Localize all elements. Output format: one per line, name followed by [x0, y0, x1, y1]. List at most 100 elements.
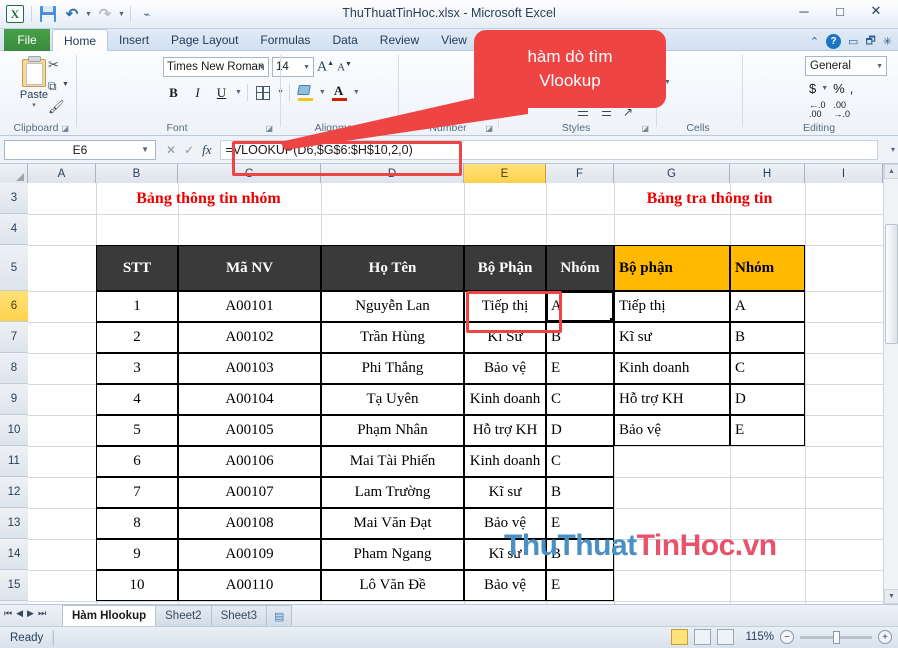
cell-b7[interactable]: A00102: [178, 322, 321, 353]
cell-h6[interactable]: A: [730, 291, 805, 322]
scroll-up-icon[interactable]: ▲: [884, 164, 898, 179]
vertical-scroll-thumb[interactable]: [885, 224, 898, 344]
cell-a7[interactable]: 2: [96, 322, 178, 353]
cell-a14[interactable]: 9: [96, 539, 178, 570]
cell-c8[interactable]: Phi Thắng: [321, 353, 464, 384]
borders-button[interactable]: [253, 82, 274, 103]
column-header-d[interactable]: D: [321, 164, 464, 183]
right-table-title[interactable]: Bảng tra thông tin: [614, 183, 805, 214]
cell-b9[interactable]: A00104: [178, 384, 321, 415]
row-header-5[interactable]: 5: [0, 245, 28, 291]
cell-c14[interactable]: Pham Ngang: [321, 539, 464, 570]
enter-formula-icon[interactable]: ✓: [184, 143, 194, 157]
cell-h9[interactable]: D: [730, 384, 805, 415]
cell-a9[interactable]: 4: [96, 384, 178, 415]
tab-home[interactable]: Home: [52, 29, 109, 52]
cell-d11[interactable]: Kinh doanh: [464, 446, 546, 477]
cell-e15[interactable]: E: [546, 570, 614, 601]
column-header-g[interactable]: G: [614, 164, 730, 183]
cell-b6[interactable]: A00101: [178, 291, 321, 322]
row-header-9[interactable]: 9: [0, 384, 28, 415]
cell-d9[interactable]: Kinh doanh: [464, 384, 546, 415]
formula-input[interactable]: =VLOOKUP(D6,$G$6:$H$10,2,0): [219, 139, 878, 160]
select-all-button[interactable]: [0, 164, 28, 183]
cell-g6[interactable]: Tiếp thị: [614, 291, 730, 322]
copy-dropdown-icon[interactable]: ▼: [62, 81, 69, 88]
right-header-bophan[interactable]: Bộ phận: [614, 245, 730, 291]
row-header-10[interactable]: 10: [0, 415, 28, 446]
close-button[interactable]: ✕: [858, 0, 894, 22]
right-header-nhom[interactable]: Nhóm: [730, 245, 805, 291]
last-sheet-icon[interactable]: ⏭: [38, 608, 46, 619]
cell-e11[interactable]: C: [546, 446, 614, 477]
close-workbook-icon[interactable]: ✳: [883, 35, 892, 48]
tab-formulas[interactable]: Formulas: [249, 29, 321, 51]
zoom-level[interactable]: 115%: [740, 631, 774, 643]
cell-d7[interactable]: Kĩ Sư: [464, 322, 546, 353]
row-header-3[interactable]: 3: [0, 183, 28, 214]
maximize-button[interactable]: □: [822, 0, 858, 22]
vertical-scrollbar[interactable]: ▲ ▼: [883, 164, 898, 604]
column-header-a[interactable]: A: [28, 164, 96, 183]
tab-review[interactable]: Review: [369, 29, 430, 51]
row-header-11[interactable]: 11: [0, 446, 28, 477]
font-dialog-launcher[interactable]: ◪: [265, 124, 273, 133]
minimize-ribbon-icon[interactable]: ⌃: [810, 35, 819, 48]
chevron-down-icon[interactable]: ▼: [141, 145, 149, 154]
column-header-c[interactable]: C: [178, 164, 321, 183]
cell-c7[interactable]: Trần Hùng: [321, 322, 464, 353]
cell-e7[interactable]: B: [546, 322, 614, 353]
column-header-f[interactable]: F: [546, 164, 614, 183]
sheet-tab-sheet2[interactable]: Sheet2: [155, 605, 212, 626]
left-header-stt[interactable]: STT: [96, 245, 178, 291]
cell-a12[interactable]: 7: [96, 477, 178, 508]
bold-button[interactable]: B: [163, 82, 184, 103]
cell-h8[interactable]: C: [730, 353, 805, 384]
left-header-bophan[interactable]: Bộ Phận: [464, 245, 546, 291]
cell-c12[interactable]: Lam Trường: [321, 477, 464, 508]
tab-insert[interactable]: Insert: [108, 29, 160, 51]
font-name-input[interactable]: Times New Roman ▼: [163, 57, 269, 77]
restore-down-icon[interactable]: 🗗: [865, 32, 875, 51]
cell-c13[interactable]: Mai Văn Đạt: [321, 508, 464, 539]
cell-b10[interactable]: A00105: [178, 415, 321, 446]
row-header-12[interactable]: 12: [0, 477, 28, 508]
cell-d12[interactable]: Kĩ sư: [464, 477, 546, 508]
cell-e8[interactable]: E: [546, 353, 614, 384]
name-box[interactable]: E6 ▼: [4, 139, 156, 160]
cell-a6[interactable]: 1: [96, 291, 178, 322]
chevron-down-icon[interactable]: ▼: [258, 64, 265, 71]
first-sheet-icon[interactable]: ⏮: [4, 608, 12, 619]
cell-g9[interactable]: Hỗ trợ KH: [614, 384, 730, 415]
row-header-8[interactable]: 8: [0, 353, 28, 384]
styles-dialog-launcher[interactable]: ◪: [641, 124, 649, 133]
column-header-e[interactable]: E: [464, 164, 546, 183]
underline-button[interactable]: U: [211, 82, 232, 103]
cell-e12[interactable]: B: [546, 477, 614, 508]
cell-e9[interactable]: C: [546, 384, 614, 415]
cell-c6[interactable]: Nguyễn Lan: [321, 291, 464, 322]
row-header-15[interactable]: 15: [0, 570, 28, 601]
tab-view[interactable]: View: [430, 29, 478, 51]
cell-g7[interactable]: Kĩ sư: [614, 322, 730, 353]
row-header-6[interactable]: 6: [0, 291, 28, 322]
cell-h10[interactable]: E: [730, 415, 805, 446]
column-header-b[interactable]: B: [96, 164, 178, 183]
cell-d6[interactable]: Tiếp thị: [464, 291, 546, 322]
insert-worksheet-icon[interactable]: ▤: [266, 605, 293, 626]
prev-sheet-icon[interactable]: ◀: [16, 608, 23, 619]
format-painter-icon[interactable]: 🖌: [48, 99, 65, 115]
alignment-dialog-launcher[interactable]: ◪: [383, 124, 391, 133]
insert-function-icon[interactable]: fx: [202, 142, 211, 158]
cell-c9[interactable]: Tạ Uyên: [321, 384, 464, 415]
row-header-13[interactable]: 13: [0, 508, 28, 539]
cell-a10[interactable]: 5: [96, 415, 178, 446]
zoom-out-button[interactable]: −: [780, 630, 794, 644]
sheet-tab-ham-hlookup[interactable]: Hàm Hlookup: [62, 605, 157, 626]
cell-e6[interactable]: A: [546, 291, 614, 322]
normal-view-button[interactable]: [671, 629, 688, 645]
column-header-i[interactable]: I: [805, 164, 883, 183]
cell-b14[interactable]: A00109: [178, 539, 321, 570]
expand-formula-bar-icon[interactable]: ▾: [891, 145, 895, 154]
zoom-slider-thumb[interactable]: [833, 630, 840, 644]
